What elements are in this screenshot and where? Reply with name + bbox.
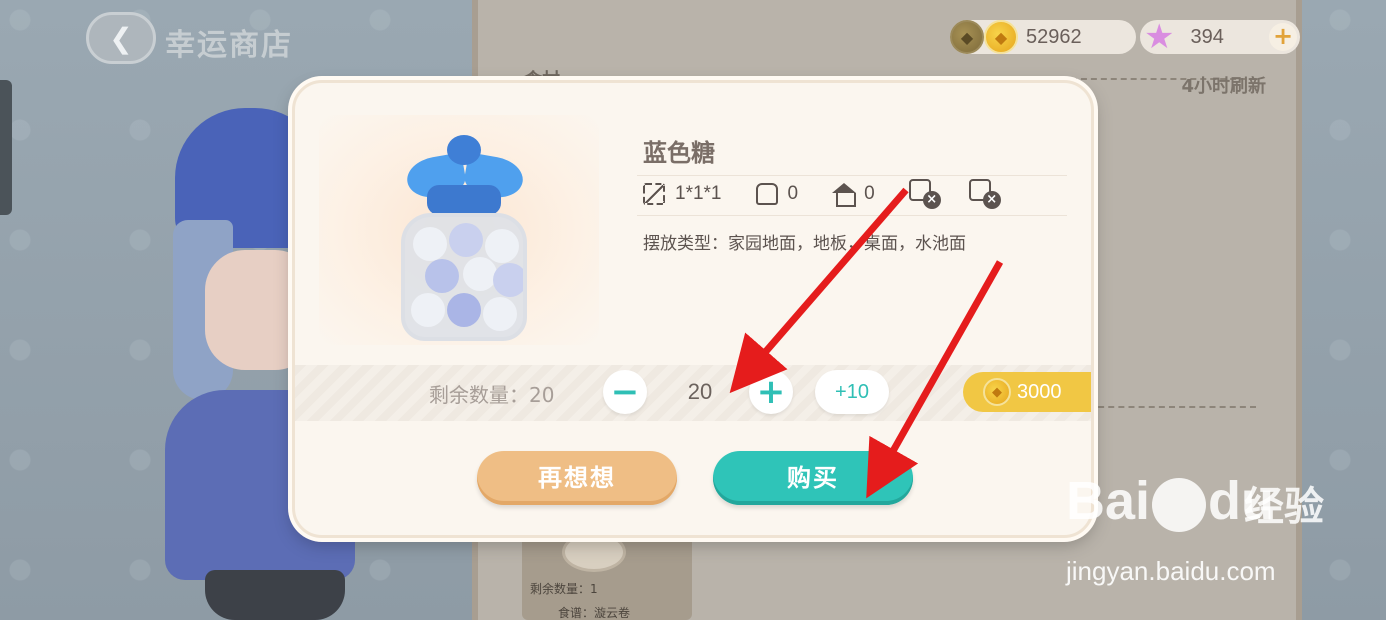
no-trade-x: ×: [982, 191, 1001, 209]
candy: [411, 293, 445, 327]
remaining-count: 剩余数量：20: [429, 383, 555, 407]
brand-text: Bai: [1066, 471, 1151, 531]
no-trade-icon: ×: [968, 179, 1001, 209]
bag-value: 0: [787, 183, 799, 204]
candy: [485, 229, 519, 263]
star-balance: ★ 394 +: [1140, 20, 1300, 54]
section-divider-2: [1088, 406, 1256, 408]
star-icon: ★: [1144, 17, 1175, 57]
decrease-quantity-button[interactable]: −: [603, 370, 647, 414]
size-value: 1*1*1: [675, 183, 722, 204]
paw-icon: [1152, 477, 1207, 532]
house-icon: [832, 183, 857, 207]
candy: [483, 297, 517, 331]
quantity-bar: 剩余数量：20 − 20 + +10 ◆ 3000: [295, 365, 1091, 421]
refresh-timer: 4小时刷新: [1181, 76, 1266, 97]
stats-divider-top: [637, 175, 1067, 176]
back-button[interactable]: ❮: [86, 12, 156, 64]
candy: [493, 263, 523, 297]
candy: [463, 257, 497, 291]
size-stat: 1*1*1: [643, 183, 722, 205]
character-skirt: [205, 570, 345, 620]
candy: [425, 259, 459, 293]
watermark-url: jingyan.baidu.com: [1066, 556, 1276, 586]
baidu-logo: Bai du: [1066, 470, 1274, 532]
shop-item-card[interactable]: 剩余数量：1 食谱：漩云卷: [522, 530, 692, 620]
card-name: 食谱：漩云卷: [558, 606, 631, 620]
house-value: 0: [864, 183, 875, 204]
bag-stat: 0: [755, 183, 799, 205]
item-image: [319, 115, 599, 345]
no-sweep-x: ×: [922, 191, 941, 209]
add-ten-button[interactable]: +10: [815, 370, 889, 414]
jar-glass: [401, 213, 527, 341]
candy: [413, 227, 447, 261]
baidu-jingyan-watermark: Bai du 经验 jingyan.baidu.com: [1066, 470, 1366, 590]
size-icon: [643, 183, 665, 205]
no-sweep-icon: ×: [908, 179, 941, 209]
gold-coin-icon: ◆: [983, 378, 1011, 406]
card-remaining: 剩余数量：1: [530, 582, 598, 596]
house-stat: 0: [832, 183, 875, 207]
acorn-coin-icon: ◆: [950, 20, 984, 54]
purchase-dialog: 蓝色糖 1*1*1 0 0 × × 摆放类型：家园地面，地板，桌面，水池面 剩余…: [292, 80, 1094, 538]
item-name: 蓝色糖: [643, 139, 715, 167]
buy-button[interactable]: 购买: [713, 451, 913, 505]
quantity-value[interactable]: 20: [665, 379, 735, 405]
candy: [447, 293, 481, 327]
page-title: 幸运商店: [165, 28, 293, 63]
jar-lid: [427, 185, 501, 215]
coin-value: 52962: [1026, 25, 1082, 48]
item-stats: 1*1*1 0 0 × ×: [643, 179, 1029, 209]
stats-divider-bottom: [637, 215, 1067, 216]
jingyan-text: 经验: [1244, 484, 1324, 530]
chevron-left-icon: ❮: [109, 21, 133, 55]
price-value: 3000: [1017, 380, 1062, 403]
candy: [449, 223, 483, 257]
backpack-icon: [755, 183, 778, 205]
gold-coin-icon: ◆: [984, 20, 1018, 54]
side-tab[interactable]: [0, 80, 12, 215]
swirl-roll-image: [562, 532, 626, 572]
star-value: 394: [1190, 25, 1224, 48]
rethink-button[interactable]: 再想想: [477, 451, 677, 505]
lid-knob: [447, 135, 481, 165]
candy-jar-icon: [399, 135, 529, 345]
price-tag: ◆ 3000: [963, 372, 1091, 412]
increase-quantity-button[interactable]: +: [749, 370, 793, 414]
add-currency-button[interactable]: +: [1269, 23, 1297, 51]
coin-balance: ◆ ◆ 52962: [950, 20, 1136, 54]
placement-type: 摆放类型：家园地面，地板，桌面，水池面: [643, 234, 966, 254]
